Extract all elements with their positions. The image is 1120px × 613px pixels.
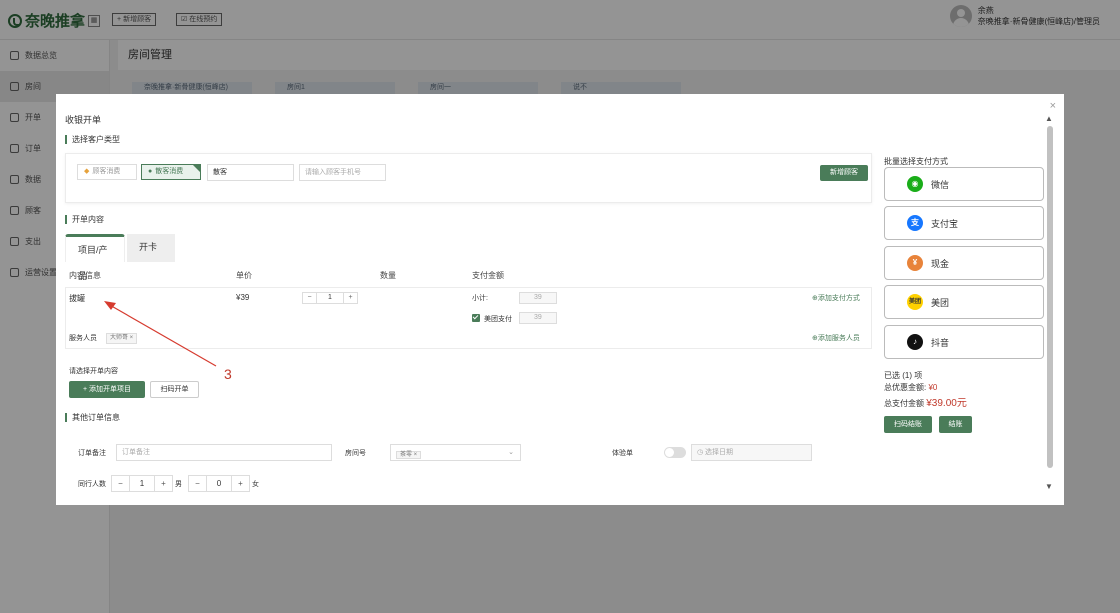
male-count-stepper[interactable]: − 1 + (111, 475, 173, 492)
pay-douyin-button[interactable]: ♪ 抖音 (884, 325, 1044, 359)
add-order-item-button[interactable]: + 添加开单项目 (69, 381, 145, 398)
female-count-value[interactable]: 0 (206, 476, 232, 491)
male-count-value[interactable]: 1 (129, 476, 155, 491)
selected-count: 已选 (1) 项 (884, 371, 923, 380)
pay-cash-button[interactable]: ¥ 现金 (884, 246, 1044, 280)
female-label: 女 (252, 481, 259, 488)
scroll-down-icon[interactable]: ▼ (1045, 482, 1053, 491)
remark-input[interactable]: 订单备注 (116, 444, 332, 461)
scroll-up-icon[interactable]: ▲ (1045, 114, 1053, 123)
minus-button[interactable]: − (189, 476, 206, 491)
scan-order-button[interactable]: 扫码开单 (150, 381, 199, 398)
scan-checkout-button[interactable]: 扫码结账 (884, 416, 932, 433)
date-picker[interactable]: ◷ 选择日期 (691, 444, 812, 461)
pay-alipay-button[interactable]: 支支付宝 (884, 206, 1044, 240)
companions-label: 同行人数 (78, 481, 106, 488)
payment-total: 总支付金额 ¥39.00元 (884, 398, 967, 409)
plus-button[interactable]: + (155, 476, 172, 491)
checkout-button[interactable]: 结账 (939, 416, 972, 433)
scrollbar[interactable] (1047, 126, 1053, 468)
wechat-icon: ◉ (907, 176, 923, 192)
alipay-icon: 支 (907, 215, 923, 231)
room-label: 房间号 (345, 450, 366, 457)
discount-total: 总优惠金额: ¥0 (884, 383, 938, 392)
minus-button[interactable]: − (112, 476, 129, 491)
chevron-down-icon[interactable]: ⌄ (508, 445, 514, 460)
remark-label: 订单备注 (78, 450, 106, 457)
male-label: 男 (175, 481, 182, 488)
trial-label: 体验单 (612, 450, 633, 457)
annotation-number: 3 (224, 366, 232, 382)
douyin-icon: ♪ (907, 334, 923, 350)
pay-wechat-button[interactable]: ◉ 微信 (884, 167, 1044, 201)
section-other-info: 其他订单信息 (65, 413, 120, 422)
select-content-label: 请选择开单内容 (69, 368, 118, 375)
female-count-stepper[interactable]: − 0 + (188, 475, 250, 492)
pay-meituan-button[interactable]: 美团 美团 (884, 285, 1044, 319)
meituan-icon: 美团 (907, 294, 923, 310)
cash-icon: ¥ (907, 255, 923, 271)
trial-toggle[interactable] (664, 447, 686, 458)
room-select[interactable]: 茶零 × ⌄ (390, 444, 521, 461)
plus-button[interactable]: + (232, 476, 249, 491)
checkout-modal: × 收银开单 选择客户类型 ◆ 顾客消费 ● 散客消费 散客 请输入顾客手机号 新增… (56, 94, 1064, 505)
room-tag[interactable]: 茶零 × (396, 451, 422, 459)
batch-payment-title: 批量选择支付方式 (884, 157, 948, 166)
